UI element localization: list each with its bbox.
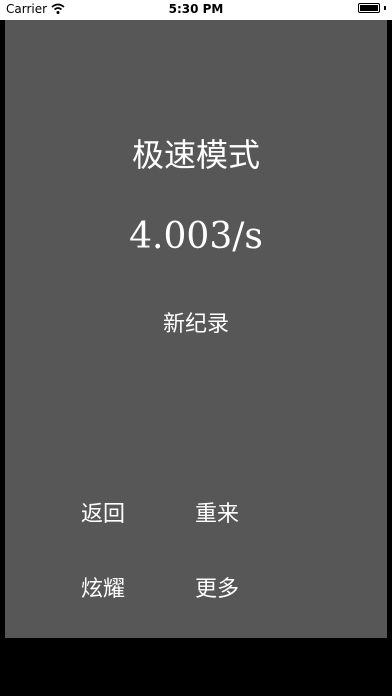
battery-tip	[384, 6, 386, 10]
mode-title: 极速模式	[131, 136, 260, 174]
restart-button[interactable]: 重来	[195, 496, 239, 528]
time-result: 4.003/s	[129, 216, 263, 257]
status-bar-time: 5:30 PM	[168, 2, 224, 16]
status-bar-right	[358, 3, 386, 13]
result-screen: 极速模式 4.003/s 新纪录 返回 重来 炫耀 更多	[5, 20, 387, 638]
battery-fill	[360, 5, 378, 11]
more-button[interactable]: 更多	[195, 571, 239, 603]
new-record-label: 新纪录	[162, 312, 229, 337]
status-bar: Carrier 5:30 PM	[0, 0, 392, 20]
share-button[interactable]: 炫耀	[81, 571, 125, 603]
battery-icon	[358, 3, 380, 13]
back-button[interactable]: 返回	[81, 496, 125, 528]
